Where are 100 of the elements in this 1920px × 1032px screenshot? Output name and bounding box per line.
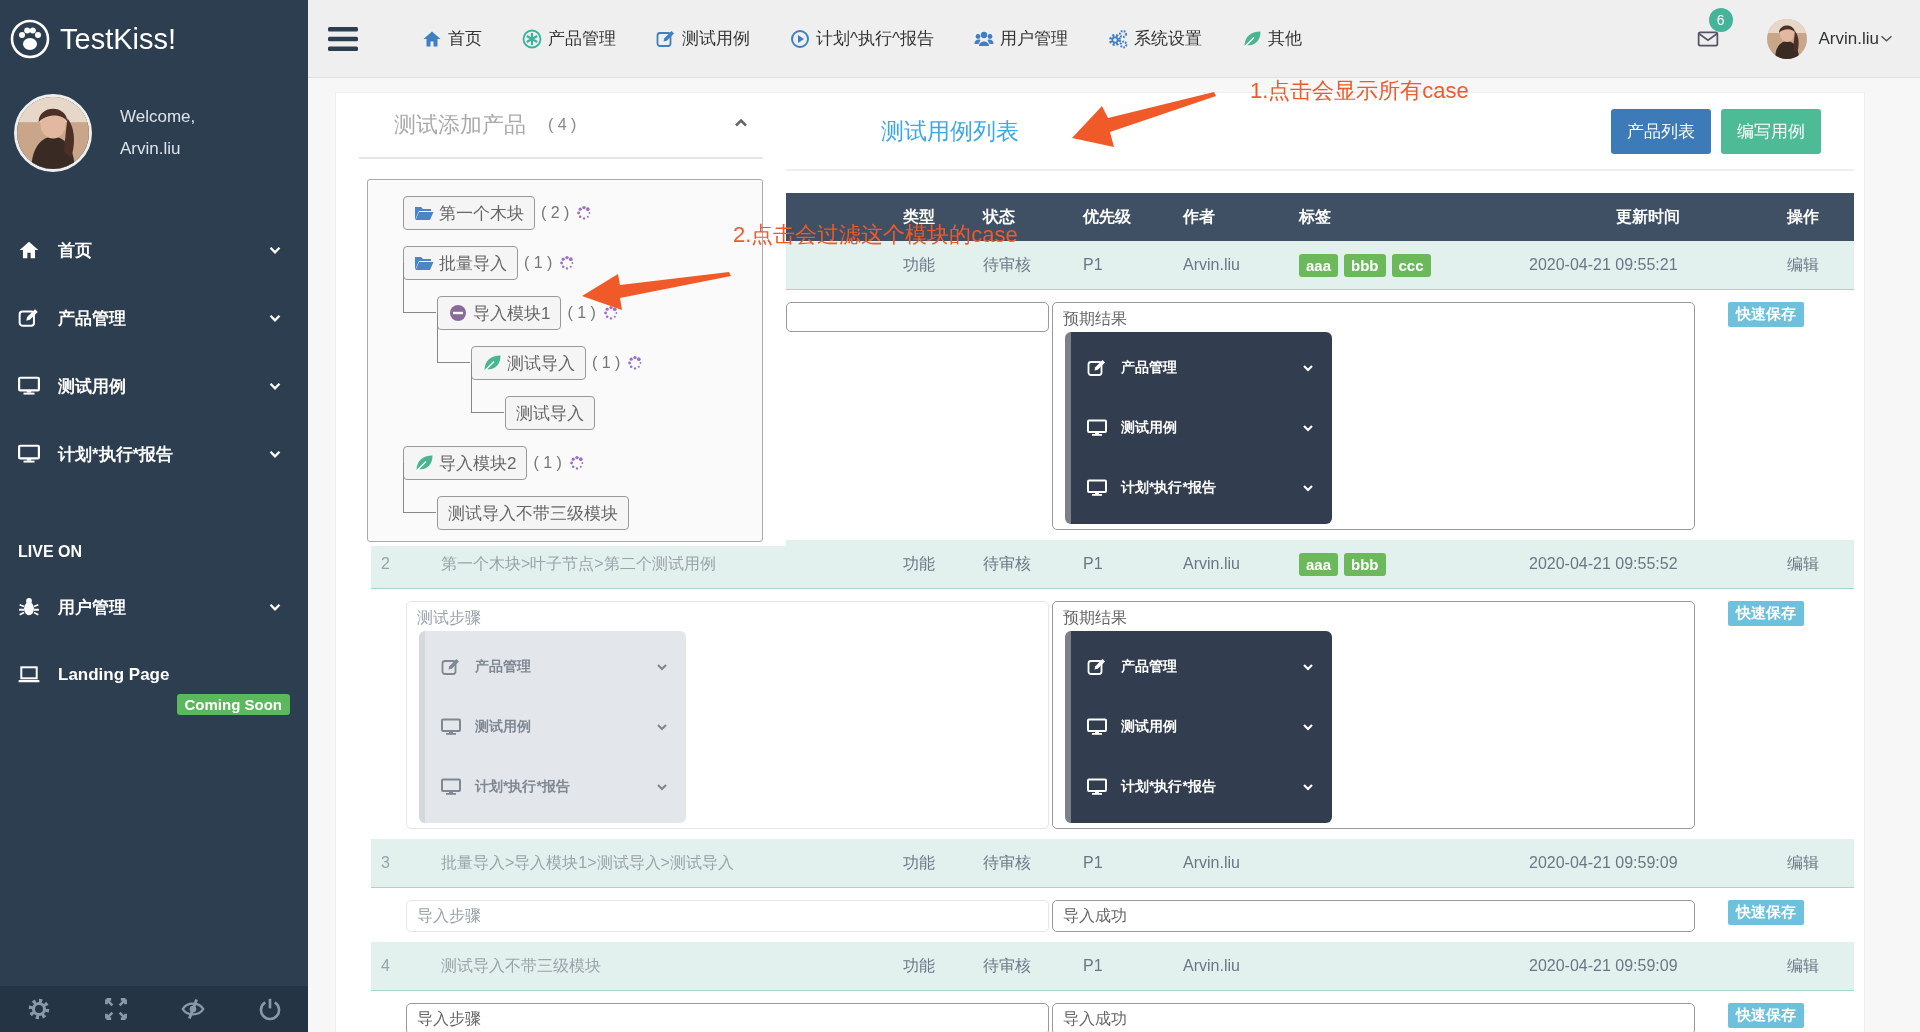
edit-link[interactable]: 编辑: [1787, 554, 1819, 572]
nav-link[interactable]: 首页: [422, 27, 482, 50]
tree-node[interactable]: 测试导入: [505, 396, 595, 430]
column-header: 操作: [1785, 206, 1820, 227]
monitor-icon: [18, 443, 40, 465]
edit-icon: [1087, 358, 1107, 378]
edit-link[interactable]: 编辑: [1787, 853, 1819, 871]
sidebar-item[interactable]: 产品管理: [0, 284, 308, 352]
table-cell-text: 测试导入不带三级模块: [440, 955, 602, 976]
menu-item[interactable]: 产品管理: [1071, 637, 1332, 697]
table-cell-text: 2020-04-21 09:59:09: [1528, 854, 1679, 872]
edit-icon: [441, 657, 461, 677]
column-header: 作者: [1181, 206, 1216, 227]
tree-line: [403, 263, 436, 313]
user-name: Arvin.liu: [120, 139, 182, 159]
table-cell-text: 待审核: [982, 955, 1032, 976]
tag: ccc: [1391, 253, 1431, 277]
sidebar-item[interactable]: 首页: [0, 216, 308, 284]
table-cell-text: Arvin.liu: [1182, 957, 1241, 975]
nav-link[interactable]: 用户管理: [973, 27, 1068, 50]
sidebar-item[interactable]: 用户管理: [0, 573, 308, 641]
home-icon: [18, 239, 40, 261]
tree-node[interactable]: 第一个木块: [403, 196, 535, 230]
nav-link[interactable]: 计划^执行^报告: [790, 27, 934, 50]
panel-count: ( 4 ): [548, 116, 577, 134]
result-field[interactable]: 预期结果 产品管理 测试用例 计划*执行*报告: [1052, 601, 1695, 829]
table-cell-text: 功能: [902, 553, 936, 574]
tree-node[interactable]: 导入模块1: [437, 296, 562, 330]
minus-icon: [448, 303, 468, 323]
monitor-icon: [1087, 717, 1107, 737]
tree-node[interactable]: 测试导入: [471, 346, 586, 380]
result-field[interactable]: 预期结果 产品管理 测试用例 计划*执行*报告: [1052, 302, 1695, 530]
spinner-icon: [601, 304, 620, 322]
menu-item[interactable]: 产品管理: [1071, 338, 1332, 398]
caret-icon: [1881, 35, 1892, 42]
column-header: 优先级: [1081, 206, 1132, 227]
result-field[interactable]: 导入成功: [1052, 900, 1695, 932]
field-label: 预期结果: [1062, 608, 1128, 628]
spinner-icon: [567, 454, 586, 472]
tree-node[interactable]: 导入模块2: [403, 446, 528, 480]
tree-line: [403, 463, 436, 513]
tag: bbb: [1344, 552, 1386, 576]
column-header: 更新时间: [1615, 206, 1681, 227]
edit-link[interactable]: 编辑: [1787, 956, 1819, 974]
monitor-icon: [441, 717, 461, 737]
nav-link[interactable]: 系统设置: [1107, 27, 1202, 50]
node-count: ( 1 ): [524, 254, 553, 272]
tree-line: [437, 313, 470, 363]
welcome-text: Welcome,: [120, 107, 196, 127]
brand-name: TestKiss!: [60, 22, 177, 56]
tag: aaa: [1299, 253, 1339, 277]
asterisk-icon: [522, 28, 542, 49]
monitor-icon: [18, 375, 40, 397]
table-cell-text: 功能: [902, 955, 936, 976]
menu-item[interactable]: 测试用例: [1071, 697, 1332, 757]
play-icon: [790, 28, 810, 49]
monitor-icon: [1087, 418, 1107, 438]
settings-icon: [26, 997, 51, 1021]
table-cell-text: 功能: [902, 254, 936, 275]
panel-title: 测试添加产品: [394, 111, 526, 139]
table-cell-text: 待审核: [982, 254, 1032, 275]
table-cell-text: 3: [380, 854, 391, 872]
table-cell-text: 2020-04-21 09:55:52: [1528, 555, 1679, 573]
table-cell-text: 2020-04-21 09:59:09: [1528, 957, 1679, 975]
sidebar-item[interactable]: 测试用例: [0, 352, 308, 420]
node-count: ( 1 ): [592, 354, 621, 372]
nav-link[interactable]: 其他: [1241, 27, 1302, 50]
product-list-button[interactable]: 产品列表: [1611, 108, 1711, 154]
steps-field[interactable]: [786, 302, 1049, 332]
tree-node[interactable]: 测试导入不带三级模块: [437, 496, 629, 530]
gears-icon: [1107, 28, 1128, 49]
nav-link[interactable]: 产品管理: [522, 27, 616, 50]
column-header: 标签: [1297, 206, 1332, 227]
menu-item[interactable]: 测试用例: [1071, 398, 1332, 458]
table-cell-text: 待审核: [982, 852, 1032, 873]
tree-node[interactable]: 批量导入: [403, 246, 518, 280]
sidebar-item[interactable]: 计划*执行*报告: [0, 420, 308, 488]
table-cell-text: P1: [1082, 555, 1104, 573]
tree-line: [471, 363, 504, 413]
menu-item[interactable]: 计划*执行*报告: [1071, 458, 1332, 518]
leaf-icon: [482, 353, 502, 373]
coming-soon-badge: Coming Soon: [176, 694, 290, 715]
bug-icon: [18, 596, 40, 618]
node-count: ( 1 ): [533, 454, 562, 472]
tag: aaa: [1299, 552, 1339, 576]
power-icon: [257, 997, 282, 1021]
column-header: 类型: [903, 206, 935, 225]
paw-icon: [10, 19, 50, 59]
nav-link[interactable]: 测试用例: [656, 27, 750, 50]
table-cell-text: 待审核: [982, 553, 1032, 574]
result-field[interactable]: 导入成功: [1052, 1003, 1695, 1032]
node-count: ( 1 ): [567, 304, 596, 322]
user-menu[interactable]: Arvin.liu: [1818, 28, 1879, 49]
steps-field[interactable]: 导入步骤: [406, 1003, 1049, 1032]
annotation-text: 1.点击会显示所有case: [1250, 77, 1469, 105]
menu-item[interactable]: 计划*执行*报告: [1071, 757, 1332, 817]
edit-link[interactable]: 编辑: [1787, 255, 1819, 273]
table-cell-text: P1: [1082, 957, 1104, 975]
expand-icon: [103, 997, 128, 1021]
table-cell-text: P1: [1082, 854, 1104, 872]
